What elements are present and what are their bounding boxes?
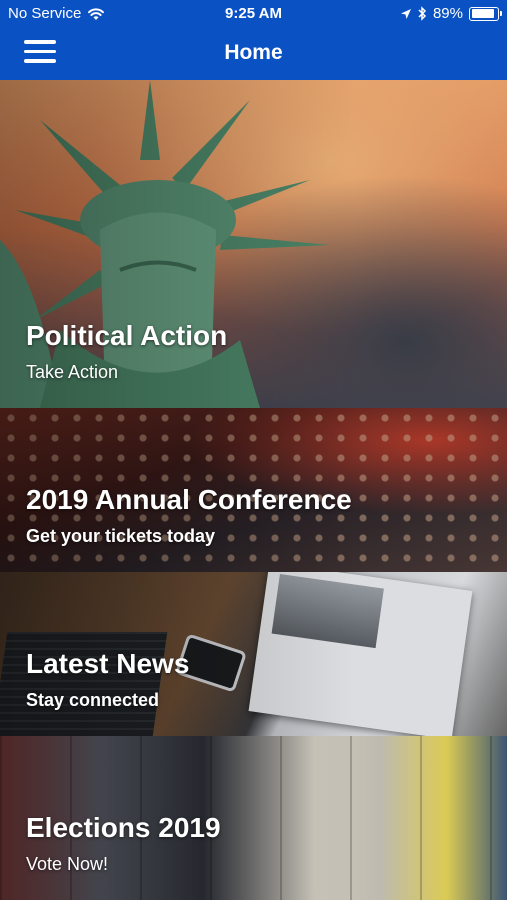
tile-title: Political Action xyxy=(26,320,228,351)
tile-subtitle: Stay connected xyxy=(26,690,160,710)
tile-title: Latest News xyxy=(26,648,190,679)
page-title: Home xyxy=(224,41,283,64)
tile-elections[interactable]: Elections 2019 Vote Now! xyxy=(0,736,507,900)
tile-subtitle: Take Action xyxy=(26,362,119,382)
battery-level xyxy=(471,9,494,18)
status-bar: No Service 9:25 AM 89% xyxy=(0,0,507,28)
tile-political-action[interactable]: Political Action Take Action xyxy=(0,80,507,408)
status-right: 89% xyxy=(400,5,502,22)
tile-annual-conference[interactable]: 2019 Annual Conference Get your tickets … xyxy=(0,408,507,572)
tile-latest-news[interactable]: Latest News Stay connected xyxy=(0,572,507,736)
tile-title: 2019 Annual Conference xyxy=(26,484,352,515)
battery-icon xyxy=(469,6,502,21)
location-arrow-icon xyxy=(400,8,411,19)
tile-title: Elections 2019 xyxy=(26,812,221,843)
bluetooth-icon xyxy=(418,6,427,21)
home-tiles: Political Action Take Action 2019 Annual… xyxy=(0,80,507,900)
battery-percent: 89% xyxy=(432,5,463,22)
tile-subtitle: Vote Now! xyxy=(26,854,109,874)
tile-subtitle: Get your tickets today xyxy=(26,526,216,546)
nav-bar: Home xyxy=(0,28,507,80)
